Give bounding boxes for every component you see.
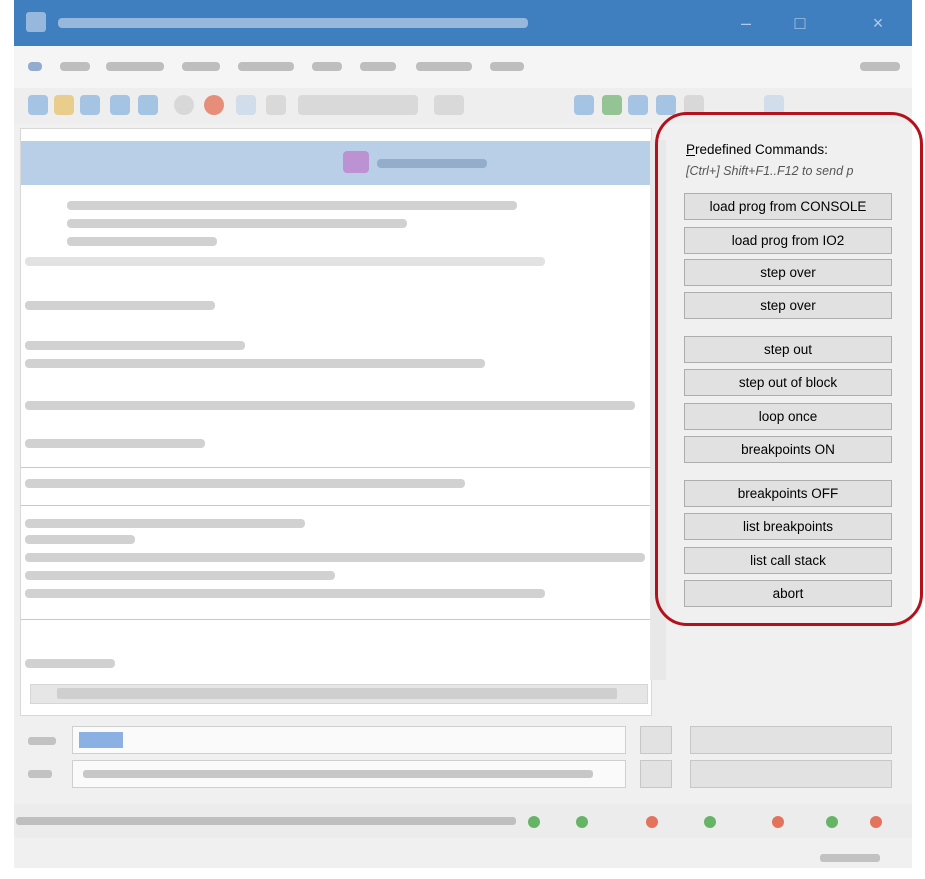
send-file-input[interactable] [72, 760, 626, 788]
predefined-command-6-button[interactable]: step out of block [684, 369, 892, 396]
send-text-button[interactable] [690, 726, 892, 754]
terminal-horizontal-scrollbar[interactable] [30, 684, 648, 704]
predefined-command-3-button[interactable]: step over [684, 259, 892, 286]
maximize-icon[interactable]: □ [792, 14, 808, 32]
close-icon[interactable]: × [870, 14, 886, 32]
predefined-command-7-button[interactable]: loop once [684, 403, 892, 430]
predefined-command-9-button[interactable]: breakpoints OFF [684, 480, 892, 507]
send-file-options-button[interactable] [640, 760, 672, 788]
predefined-command-10-button[interactable]: list breakpoints [684, 513, 892, 540]
predefined-command-2-button[interactable]: load prog from IO2 [684, 227, 892, 254]
title-bar[interactable]: – □ × [14, 0, 912, 46]
predefined-command-11-button[interactable]: list call stack [684, 547, 892, 574]
minimize-icon[interactable]: – [738, 14, 754, 32]
panel-hint: [Ctrl+] Shift+F1..F12 to send p [686, 164, 854, 178]
predefined-command-8-button[interactable]: breakpoints ON [684, 436, 892, 463]
predefined-commands-panel: Predefined Commands: [Ctrl+] Shift+F1..F… [668, 140, 904, 610]
toolbar[interactable] [14, 88, 912, 124]
predefined-command-12-button[interactable]: abort [684, 580, 892, 607]
panel-title: Predefined Commands: [686, 142, 828, 157]
app-icon [26, 12, 46, 32]
terminal-vertical-scrollbar[interactable] [650, 140, 666, 680]
status-bar [14, 804, 912, 838]
terminal-output[interactable] [20, 128, 652, 716]
send-text-input[interactable] [72, 726, 626, 754]
menu-bar[interactable] [14, 46, 912, 88]
send-file-button[interactable] [690, 760, 892, 788]
predefined-command-1-button[interactable]: load prog from CONSOLE [684, 193, 892, 220]
predefined-command-4-button[interactable]: step over [684, 292, 892, 319]
send-text-options-button[interactable] [640, 726, 672, 754]
predefined-command-5-button[interactable]: step out [684, 336, 892, 363]
terminal-header [21, 141, 651, 185]
